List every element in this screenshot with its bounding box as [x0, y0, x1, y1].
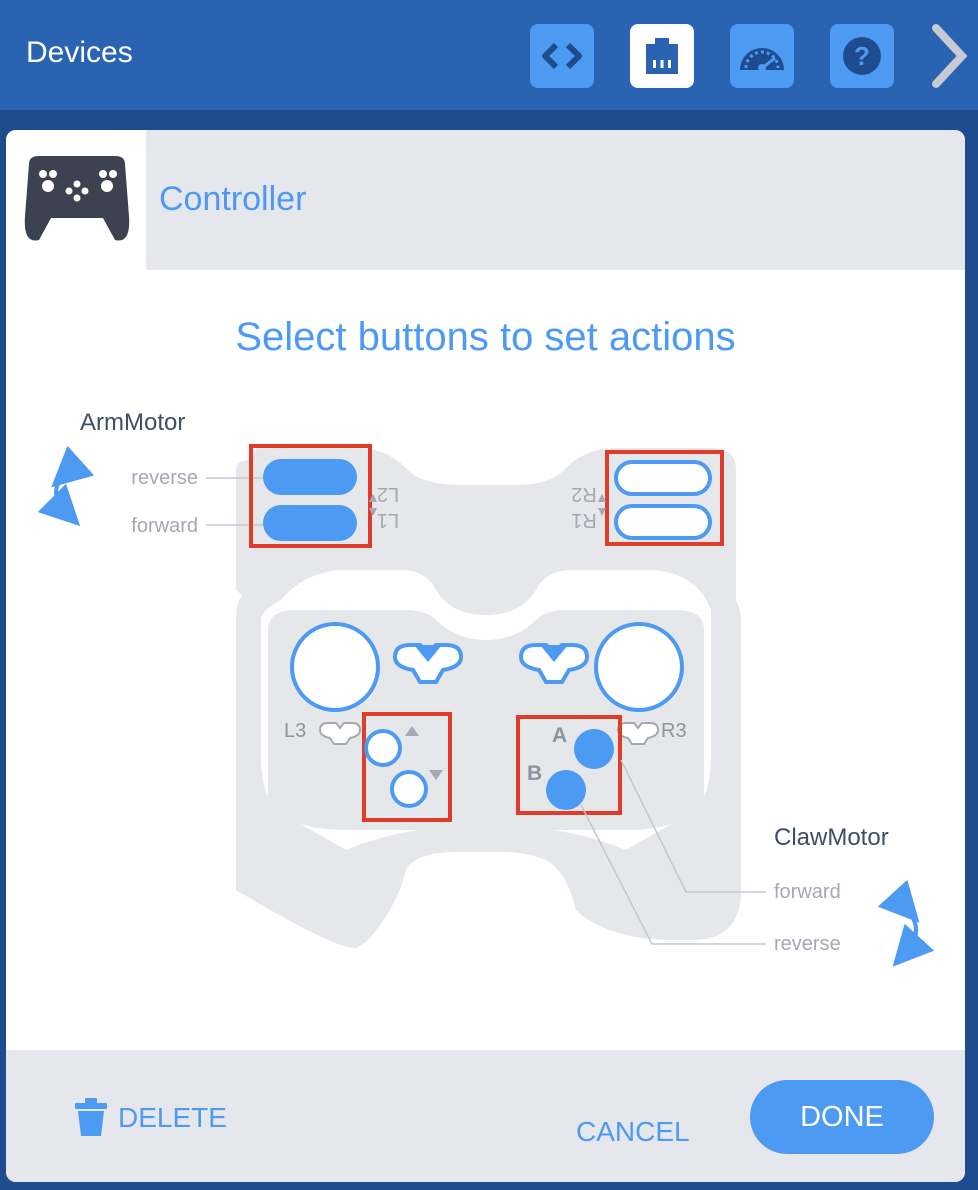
devices-icon: [646, 38, 678, 74]
l1-label: L1: [377, 509, 399, 531]
r2-button[interactable]: [614, 460, 712, 496]
a-label: A: [552, 724, 567, 747]
top-bar: Devices ?: [0, 0, 978, 110]
svg-text:?: ?: [854, 41, 870, 71]
arm-forward-label: forward: [131, 515, 198, 537]
l2-label: L2: [377, 483, 399, 505]
r1-label: R1: [571, 509, 597, 531]
delete-button[interactable]: DELETE: [74, 1096, 227, 1140]
down-button[interactable]: [390, 770, 428, 808]
claw-reverse-label: reverse: [774, 933, 841, 955]
device-name: Controller: [159, 180, 307, 218]
dialog-body: Select buttons to set actions ArmMotor r…: [6, 270, 965, 1050]
l2-button[interactable]: [263, 459, 357, 495]
a-button[interactable]: [574, 729, 614, 769]
chevron-right-icon[interactable]: [922, 22, 976, 90]
arm-rotate-icon: [37, 445, 95, 527]
up-button[interactable]: [364, 729, 402, 767]
claw-forward-label: forward: [774, 881, 841, 903]
controller-diagram: ArmMotor reverse forward L2 L1 R2 R1 L3 …: [37, 409, 935, 967]
l1-button[interactable]: [263, 505, 357, 541]
r3-label: R3: [661, 720, 687, 742]
delete-label: DELETE: [118, 1102, 227, 1133]
page-title: Devices: [26, 36, 133, 69]
help-icon: ?: [843, 37, 881, 75]
dialog-footer: DELETE CANCEL DONE: [6, 1050, 965, 1182]
dialog-header: Controller: [6, 130, 965, 270]
r2-label: R2: [571, 483, 597, 505]
device-icon-cell: [6, 130, 146, 270]
dashboard-button[interactable]: [730, 24, 794, 88]
help-button[interactable]: ?: [830, 24, 894, 88]
claw-rotate-icon: [877, 879, 935, 967]
l3-label: L3: [284, 720, 306, 742]
b-label: B: [527, 762, 542, 785]
devices-button[interactable]: [630, 24, 694, 88]
arm-reverse-label: reverse: [131, 467, 198, 489]
trash-icon: [75, 1098, 107, 1136]
gamepad-icon: [24, 156, 130, 241]
claw-motor-name: ClawMotor: [774, 824, 889, 851]
r1-button[interactable]: [614, 504, 712, 540]
code-icon: [542, 42, 582, 70]
left-joystick[interactable]: [290, 622, 380, 712]
right-joystick[interactable]: [594, 622, 684, 712]
done-button[interactable]: DONE: [750, 1080, 934, 1154]
device-dialog: Controller Select buttons to set actions…: [6, 130, 965, 1182]
dashboard-icon: [740, 48, 784, 72]
b-button[interactable]: [546, 770, 586, 810]
cancel-button[interactable]: CANCEL: [576, 1116, 690, 1148]
code-button[interactable]: [530, 24, 594, 88]
arm-motor-name: ArmMotor: [80, 409, 185, 436]
